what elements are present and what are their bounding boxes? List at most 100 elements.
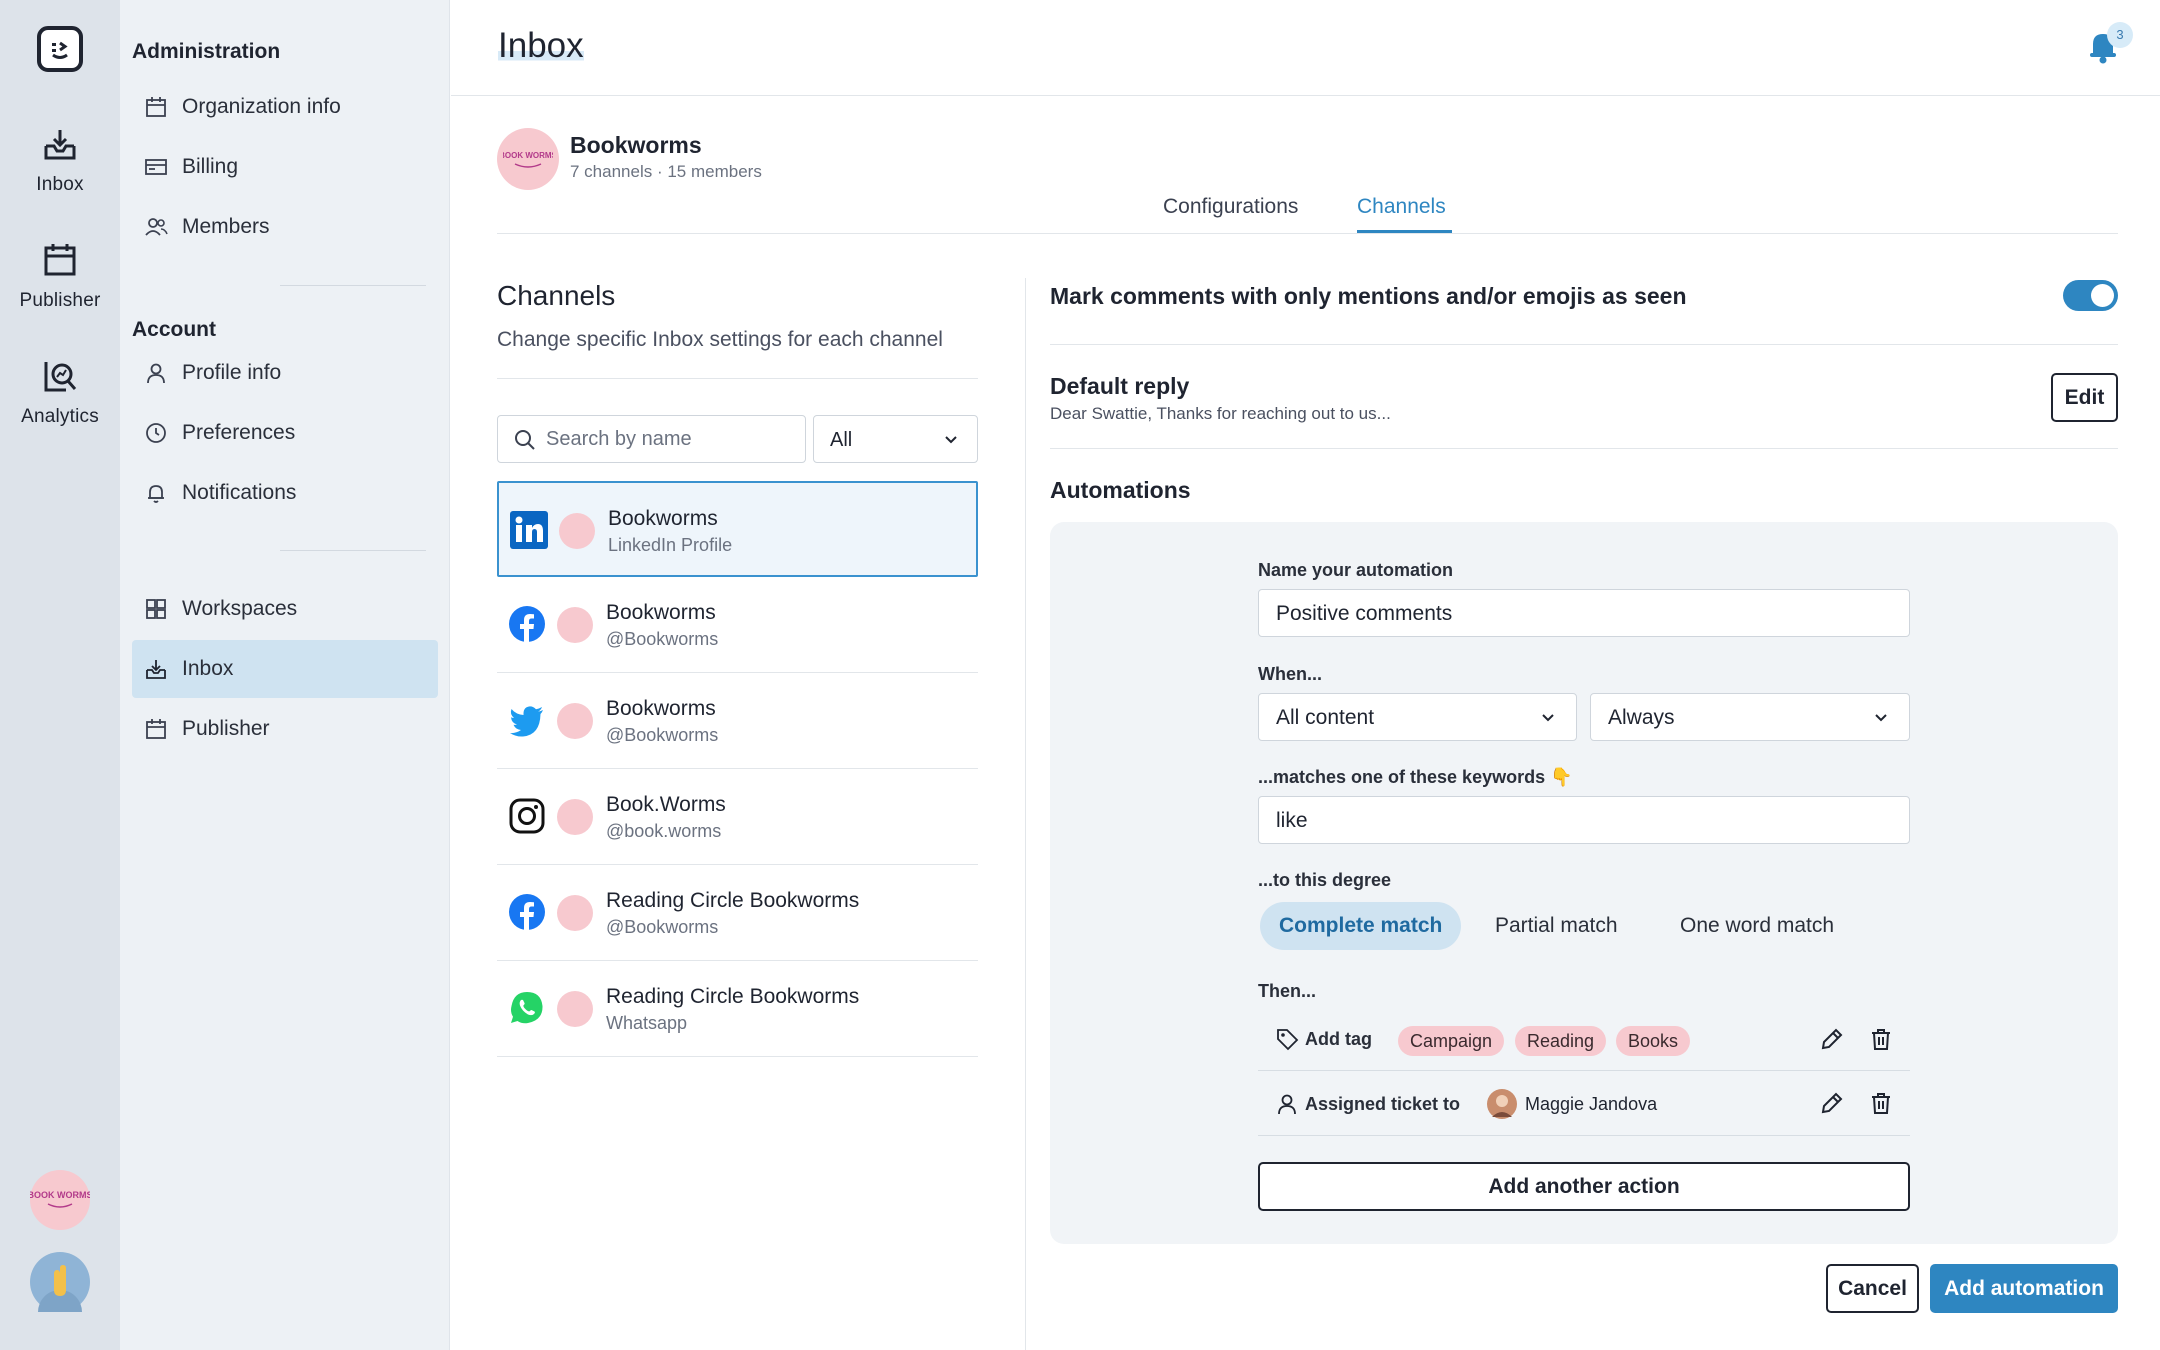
channel-search — [497, 415, 806, 463]
workspace-mini-avatar — [559, 513, 595, 549]
calendar-icon — [146, 97, 166, 117]
facebook-icon — [509, 606, 545, 642]
sidebar-item-notifications[interactable]: Notifications — [132, 464, 438, 522]
members-icon — [145, 218, 168, 236]
inbox-icon — [146, 660, 166, 679]
channel-row[interactable]: Bookworms LinkedIn Profile — [497, 481, 978, 577]
action-label: Assigned ticket to — [1305, 1094, 1461, 1114]
rail-item-label: Publisher — [19, 290, 101, 311]
automation-name-input[interactable]: Positive comments — [1258, 589, 1910, 637]
facebook-icon — [509, 894, 545, 930]
calendar-icon — [44, 244, 76, 276]
top-bar: Inbox 3 — [451, 0, 2160, 96]
page-title: Inbox — [498, 26, 584, 66]
bell-icon — [148, 485, 164, 503]
channel-name: Bookworms — [608, 507, 718, 530]
degree-option-partial-match[interactable]: Partial match — [1477, 902, 1636, 950]
workspace-subtitle: 7 channels · 15 members — [570, 162, 762, 181]
chevron-down-icon — [1542, 714, 1554, 722]
tab-channels[interactable]: Channels — [1357, 195, 1446, 219]
sidebar-item-label: Publisher — [182, 717, 270, 740]
sidebar-item-organization-info[interactable]: Organization info — [132, 78, 438, 136]
sidebar-item-preferences[interactable]: Preferences — [132, 404, 438, 462]
add-another-action-button[interactable]: Add another action — [1258, 1162, 1910, 1211]
sidebar-item-workspaces[interactable]: Workspaces — [132, 580, 438, 638]
channel-row[interactable]: Book.Worms @book.worms — [497, 769, 978, 865]
workspace-mini-avatar — [557, 607, 593, 643]
automations-title: Automations — [1050, 477, 1191, 503]
filter-value: All — [830, 429, 853, 451]
channel-row[interactable]: Reading Circle Bookworms @Bookworms — [497, 865, 978, 961]
sidebar-item-profile-info[interactable]: Profile info — [132, 344, 438, 402]
add-automation-button[interactable]: Add automation — [1930, 1264, 2118, 1313]
channel-name: Reading Circle Bookworms — [606, 985, 860, 1008]
assignee-avatar — [1487, 1089, 1517, 1119]
frequency-select[interactable]: Always — [1590, 693, 1910, 741]
content-select[interactable]: All content — [1258, 693, 1577, 741]
sidebar-item-label: Notifications — [182, 481, 297, 504]
degree-option-one-word-match[interactable]: One word match — [1662, 902, 1852, 950]
sidebar-item-billing[interactable]: Billing — [132, 138, 438, 196]
pencil-icon[interactable] — [1819, 1026, 1845, 1052]
bookworms-logo-icon: BOOK WORMS — [503, 151, 553, 168]
degree-label: ...to this degree — [1258, 870, 1392, 890]
channel-row[interactable]: Bookworms @Bookworms — [497, 577, 978, 673]
channel-filter-select[interactable]: All — [813, 415, 978, 463]
app-logo-icon[interactable] — [37, 26, 83, 72]
channel-row[interactable]: Bookworms @Bookworms — [497, 673, 978, 769]
administration-heading: Administration — [132, 40, 281, 63]
workspaces-icon — [146, 599, 166, 619]
mark-seen-toggle[interactable] — [2063, 280, 2118, 311]
workspace-avatar[interactable]: BOOK WORMS — [28, 1170, 93, 1230]
sidebar-item-members[interactable]: Members — [132, 198, 438, 256]
channels-title: Channels — [497, 280, 616, 311]
tab-configurations[interactable]: Configurations — [1163, 195, 1298, 219]
billing-icon — [145, 159, 167, 175]
divider — [280, 285, 426, 286]
trash-icon[interactable] — [1868, 1026, 1894, 1052]
divider — [1050, 448, 2118, 449]
active-tab-indicator — [1357, 230, 1452, 233]
channels-description: Change specific Inbox settings for each … — [497, 328, 943, 351]
bookworms-logo-icon: BOOK WORMS — [28, 1190, 93, 1208]
channel-name: Reading Circle Bookworms — [606, 889, 860, 912]
channel-name: Bookworms — [606, 601, 716, 624]
assignee-name: Maggie Jandova — [1525, 1094, 1658, 1114]
channel-handle: @Bookworms — [606, 725, 719, 745]
search-input[interactable] — [546, 424, 796, 454]
keywords-label: ...matches one of these keywords 👇 — [1258, 767, 1573, 787]
channel-name: Book.Worms — [606, 793, 726, 816]
workspace-logo: BOOK WORMS — [497, 128, 559, 190]
cancel-button[interactable]: Cancel — [1826, 1264, 1919, 1313]
rail-item-label: Analytics — [21, 406, 99, 427]
divider — [497, 378, 978, 379]
twitter-icon — [510, 706, 543, 737]
channel-row[interactable]: Reading Circle Bookworms Whatsapp — [497, 961, 978, 1057]
rail-item-label: Inbox — [36, 174, 84, 195]
content-select-value: All content — [1276, 706, 1375, 729]
user-icon — [1278, 1094, 1296, 1115]
sidebar-item-inbox[interactable]: Inbox — [132, 640, 438, 698]
frequency-select-value: Always — [1608, 706, 1675, 729]
sidebar-item-publisher[interactable]: Publisher — [132, 700, 438, 758]
keywords-input[interactable]: like — [1258, 796, 1910, 844]
channel-handle: LinkedIn Profile — [608, 535, 733, 555]
rail-item-inbox[interactable]: Inbox — [0, 124, 120, 196]
workspace-mini-avatar — [557, 991, 593, 1027]
pencil-icon[interactable] — [1819, 1090, 1845, 1116]
edit-default-reply-button[interactable]: Edit — [2051, 373, 2118, 422]
rail-item-analytics[interactable]: Analytics — [0, 356, 120, 428]
tag-chip: Books — [1616, 1026, 1691, 1056]
user-avatar[interactable] — [30, 1252, 90, 1334]
account-heading: Account — [132, 318, 216, 341]
rail-item-publisher[interactable]: Publisher — [0, 240, 120, 312]
linkedin-icon — [510, 511, 548, 549]
workspace-name: Bookworms — [570, 132, 702, 158]
sidebar-item-label: Organization info — [182, 95, 341, 118]
chevron-down-icon — [945, 436, 957, 444]
action-label: Add tag — [1305, 1029, 1372, 1049]
sidebar-item-label: Members — [182, 215, 270, 238]
trash-icon[interactable] — [1868, 1090, 1894, 1116]
notification-count-badge: 3 — [2107, 22, 2133, 48]
degree-option-complete-match[interactable]: Complete match — [1260, 902, 1462, 950]
